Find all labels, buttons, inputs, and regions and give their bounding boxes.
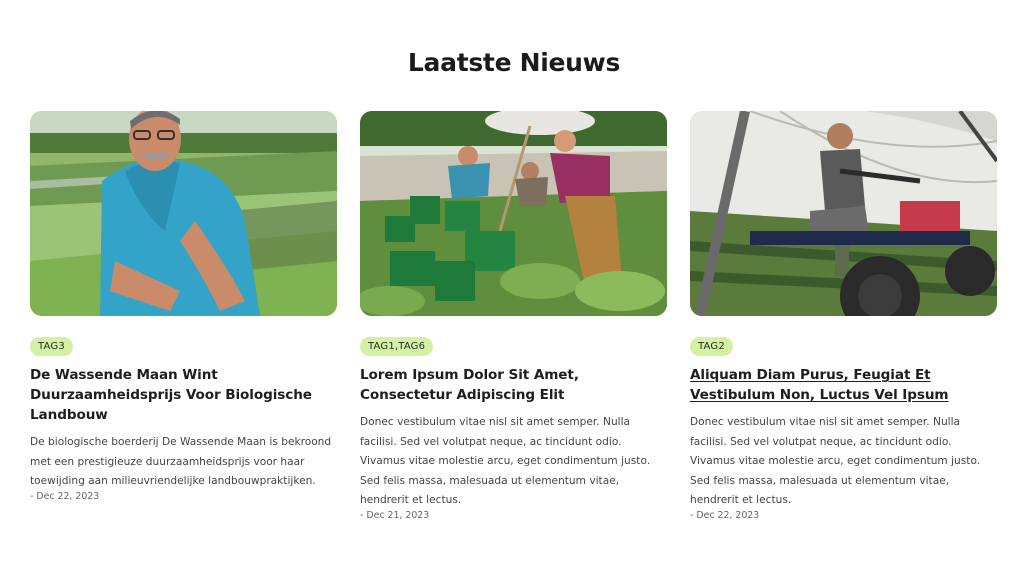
article-image-harvest[interactable] [360,111,667,316]
article-tag[interactable]: TAG2 [690,337,733,356]
news-card[interactable]: TAG2 Aliquam Diam Purus, Feugiat Et Vest… [690,111,997,521]
article-tag[interactable]: TAG3 [30,337,73,356]
article-excerpt: Donec vestibulum vitae nisl sit amet sem… [360,416,651,507]
article-tag[interactable]: TAG1,TAG6 [360,337,434,356]
article-image-farmer[interactable] [30,111,337,316]
article-excerpt: Donec vestibulum vitae nisl sit amet sem… [690,416,981,507]
article-date: - Dec 22, 2023 [690,509,760,521]
article-title[interactable]: Lorem Ipsum Dolor Sit Amet, Consectetur … [360,365,667,405]
article-excerpt: De biologische boerderij De Wassende Maa… [30,436,332,488]
article-title-link[interactable]: Aliquam Diam Purus, Feugiat Et Vestibulu… [690,365,997,405]
section-title: Laatste Nieuws [407,48,621,77]
news-card[interactable]: TAG3 De Wassende Maan Wint Duurzaamheids… [30,111,337,502]
article-date: - Dec 21, 2023 [360,509,430,521]
article-title[interactable]: De Wassende Maan Wint Duurzaamheidsprijs… [30,365,337,425]
article-date: - Dec 22, 2023 [30,490,100,502]
article-image-tractor[interactable] [690,111,997,316]
news-card[interactable]: TAG1,TAG6 Lorem Ipsum Dolor Sit Amet, Co… [360,111,667,521]
